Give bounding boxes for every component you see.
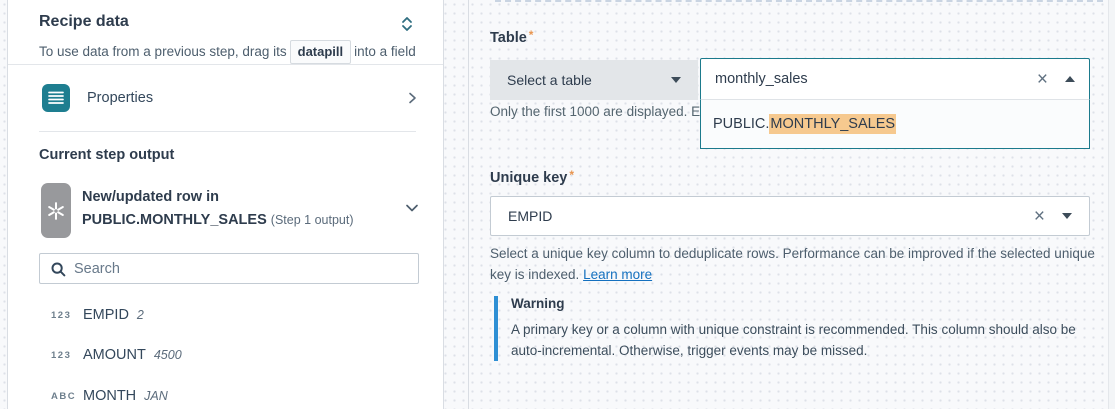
chevron-down-icon[interactable] xyxy=(405,203,419,213)
subtitle-prefix: To use data from a previous step, drag i… xyxy=(39,44,287,59)
caret-down-icon[interactable] xyxy=(1062,213,1072,219)
scrollbar-track[interactable] xyxy=(1108,0,1115,409)
table-field-label: Table* xyxy=(490,28,533,46)
datapill-name: AMOUNT xyxy=(83,347,146,363)
properties-list-icon xyxy=(42,84,70,112)
current-step-output-heading: Current step output xyxy=(39,147,174,163)
help-text-body: Select a unique key column to deduplicat… xyxy=(490,246,1095,282)
table-search-field: × xyxy=(700,58,1090,100)
unique-key-field-label: Unique key* xyxy=(490,168,574,186)
clear-icon[interactable]: × xyxy=(1034,207,1045,226)
collapse-expand-icon[interactable] xyxy=(398,14,416,34)
datapill-search xyxy=(39,253,419,284)
unique-key-help-text: Select a unique key column to deduplicat… xyxy=(490,243,1102,285)
chevron-right-icon xyxy=(405,91,419,105)
datapill-sample-value: 2 xyxy=(137,308,144,322)
number-type-icon: 123 xyxy=(51,310,81,321)
required-asterisk: * xyxy=(529,28,534,42)
panel-title: Recipe data xyxy=(39,13,129,31)
table-options-dropdown: PUBLIC.MONTHLY_SALES xyxy=(700,100,1090,149)
properties-label: Properties xyxy=(87,90,405,106)
number-type-icon: 123 xyxy=(51,350,81,361)
divider xyxy=(39,131,416,132)
datapill-month[interactable]: ABC MONTH JAN xyxy=(51,384,168,408)
warning-body: A primary key or a column with unique co… xyxy=(511,319,1099,361)
datapill-amount[interactable]: 123 AMOUNT 4500 xyxy=(51,343,182,367)
clear-icon[interactable]: × xyxy=(1037,70,1048,89)
search-icon xyxy=(50,261,66,277)
recipe-data-panel: Recipe data To use data from a previous … xyxy=(7,0,444,409)
step-output-row[interactable]: New/updated row in PUBLIC.MONTHLY_SALES … xyxy=(41,183,419,238)
learn-more-link[interactable]: Learn more xyxy=(583,267,652,282)
recipe-data-header: Recipe data To use data from a previous … xyxy=(8,0,443,64)
required-asterisk: * xyxy=(569,168,574,182)
properties-row[interactable]: Properties xyxy=(8,65,443,131)
datapill-sample-value: 4500 xyxy=(154,348,182,362)
snowflake-connector-icon xyxy=(41,183,71,238)
caret-down-icon xyxy=(671,77,681,83)
datapill-name: MONTH xyxy=(83,388,136,404)
unique-key-label-text: Unique key xyxy=(490,170,567,186)
text-type-icon: ABC xyxy=(51,391,81,402)
table-select-placeholder: Select a table xyxy=(507,72,592,88)
drop-zone-dashed-line xyxy=(495,0,1103,2)
panel-divider-line xyxy=(468,0,469,409)
table-schema-select[interactable]: Select a table xyxy=(490,60,698,100)
table-search-input[interactable] xyxy=(715,71,1037,87)
table-hint-text: Only the first 1000 are displayed. En xyxy=(490,104,708,119)
datapill-empid[interactable]: 123 EMPID 2 xyxy=(51,303,144,327)
panel-subtitle: To use data from a previous step, drag i… xyxy=(39,40,416,64)
warning-title: Warning xyxy=(511,296,1094,311)
warning-callout: Warning A primary key or a column with u… xyxy=(494,296,1094,361)
unique-key-value: EMPID xyxy=(508,208,552,224)
caret-up-icon[interactable] xyxy=(1065,76,1075,82)
step-output-note: (Step 1 output) xyxy=(271,213,354,227)
unique-key-select[interactable]: EMPID × xyxy=(490,196,1090,236)
datapill-sample-value: JAN xyxy=(144,389,168,403)
table-option-public-monthly-sales[interactable]: PUBLIC.MONTHLY_SALES xyxy=(713,116,896,132)
datapill-chip: datapill xyxy=(290,40,352,64)
search-input[interactable] xyxy=(74,261,418,277)
step-output-title: New/updated row in PUBLIC.MONTHLY_SALES xyxy=(82,189,267,228)
step-output-text: New/updated row in PUBLIC.MONTHLY_SALES … xyxy=(82,183,404,232)
option-match-highlight: MONTHLY_SALES xyxy=(769,114,896,134)
subtitle-suffix: into a field xyxy=(354,44,416,59)
table-label-text: Table xyxy=(490,30,527,46)
option-prefix: PUBLIC. xyxy=(713,116,769,132)
datapill-name: EMPID xyxy=(83,307,129,323)
